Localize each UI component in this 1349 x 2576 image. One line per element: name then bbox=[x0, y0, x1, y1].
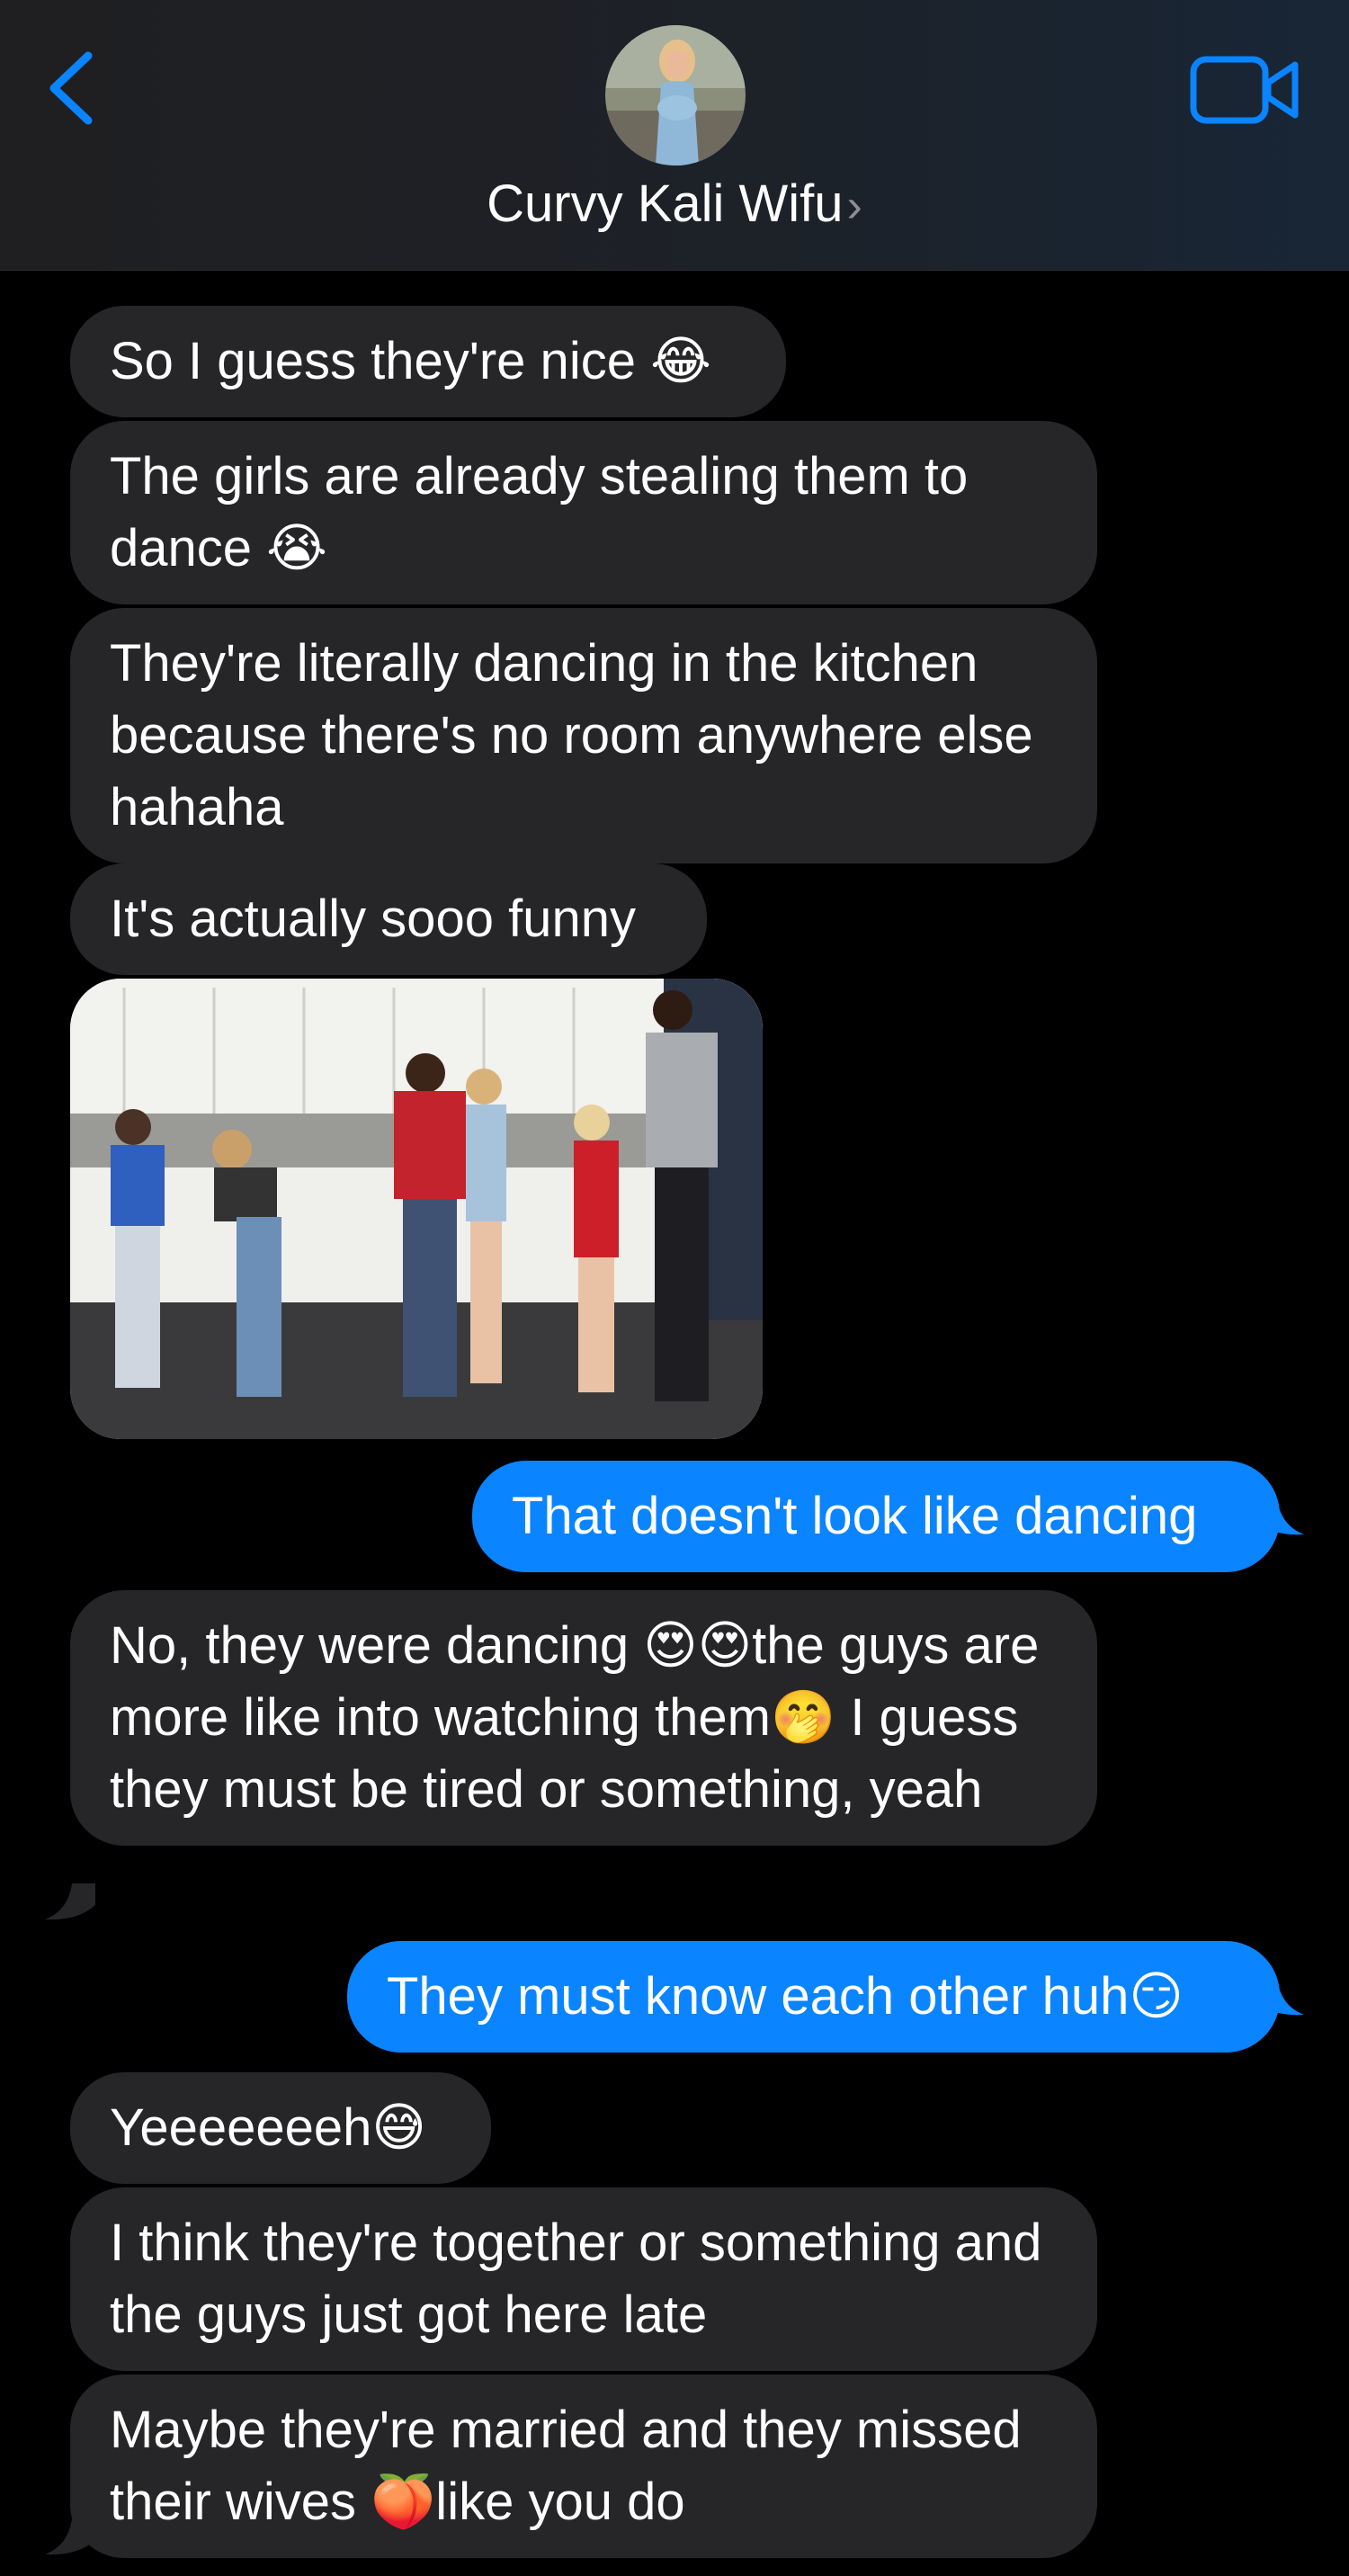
chevron-right-icon: › bbox=[846, 180, 862, 232]
conversation-header: Curvy Kali Wifu› bbox=[0, 0, 1349, 271]
party-photo bbox=[70, 979, 763, 1439]
message-text: Yeeeeeeeh😅 bbox=[110, 2098, 426, 2157]
message-bubble-incoming[interactable]: So I guess they're nice 😂 bbox=[70, 306, 786, 417]
message-text: That doesn't look like dancing bbox=[512, 1487, 1198, 1545]
message-text: I think they're together or something an… bbox=[110, 2214, 1042, 2344]
message-text: They must know each other huh😏 bbox=[387, 1967, 1184, 2026]
message-bubble-outgoing[interactable]: They must know each other huh😏 bbox=[347, 1941, 1280, 2053]
contact-avatar[interactable] bbox=[605, 25, 746, 165]
message-thread[interactable]: So I guess they're nice 😂 The girls are … bbox=[0, 270, 1349, 2576]
message-bubble-incoming[interactable]: It's actually sooo funny bbox=[70, 863, 707, 975]
message-bubble-incoming[interactable]: The girls are already stealing them to d… bbox=[70, 421, 1097, 604]
video-camera-icon bbox=[1190, 56, 1299, 124]
message-text: They're literally dancing in the kitchen… bbox=[110, 634, 1033, 836]
message-text: So I guess they're nice 😂 bbox=[110, 332, 711, 390]
message-bubble-incoming[interactable]: I think they're together or something an… bbox=[70, 2187, 1097, 2371]
message-bubble-incoming[interactable]: Yeeeeeeeh😅 bbox=[70, 2072, 491, 2184]
video-call-button[interactable] bbox=[1189, 52, 1302, 128]
message-bubble-incoming[interactable]: No, they were dancing 😍😍the guys are mor… bbox=[70, 1590, 1097, 1846]
bubble-tail bbox=[45, 2518, 95, 2555]
message-text: No, they were dancing 😍😍the guys are mor… bbox=[110, 1616, 1040, 1819]
bubble-tail bbox=[45, 1883, 95, 1920]
chevron-left-icon bbox=[49, 51, 93, 125]
message-bubble-outgoing[interactable]: That doesn't look like dancing bbox=[472, 1461, 1280, 1572]
bubble-tail bbox=[1254, 1498, 1304, 1535]
message-text: The girls are already stealing them to d… bbox=[110, 447, 969, 577]
back-button[interactable] bbox=[40, 43, 103, 133]
message-bubble-incoming[interactable]: Maybe they're married and they missed th… bbox=[70, 2375, 1097, 2558]
message-text: It's actually sooo funny bbox=[110, 890, 636, 948]
contact-name-button[interactable]: Curvy Kali Wifu› bbox=[0, 173, 1349, 237]
bubble-tail bbox=[1254, 1979, 1304, 2016]
contact-name: Curvy Kali Wifu bbox=[487, 174, 844, 233]
message-bubble-incoming[interactable]: They're literally dancing in the kitchen… bbox=[70, 608, 1097, 863]
avatar-image bbox=[605, 25, 746, 165]
photo-attachment[interactable] bbox=[70, 979, 763, 1439]
message-text: Maybe they're married and they missed th… bbox=[110, 2401, 1022, 2531]
